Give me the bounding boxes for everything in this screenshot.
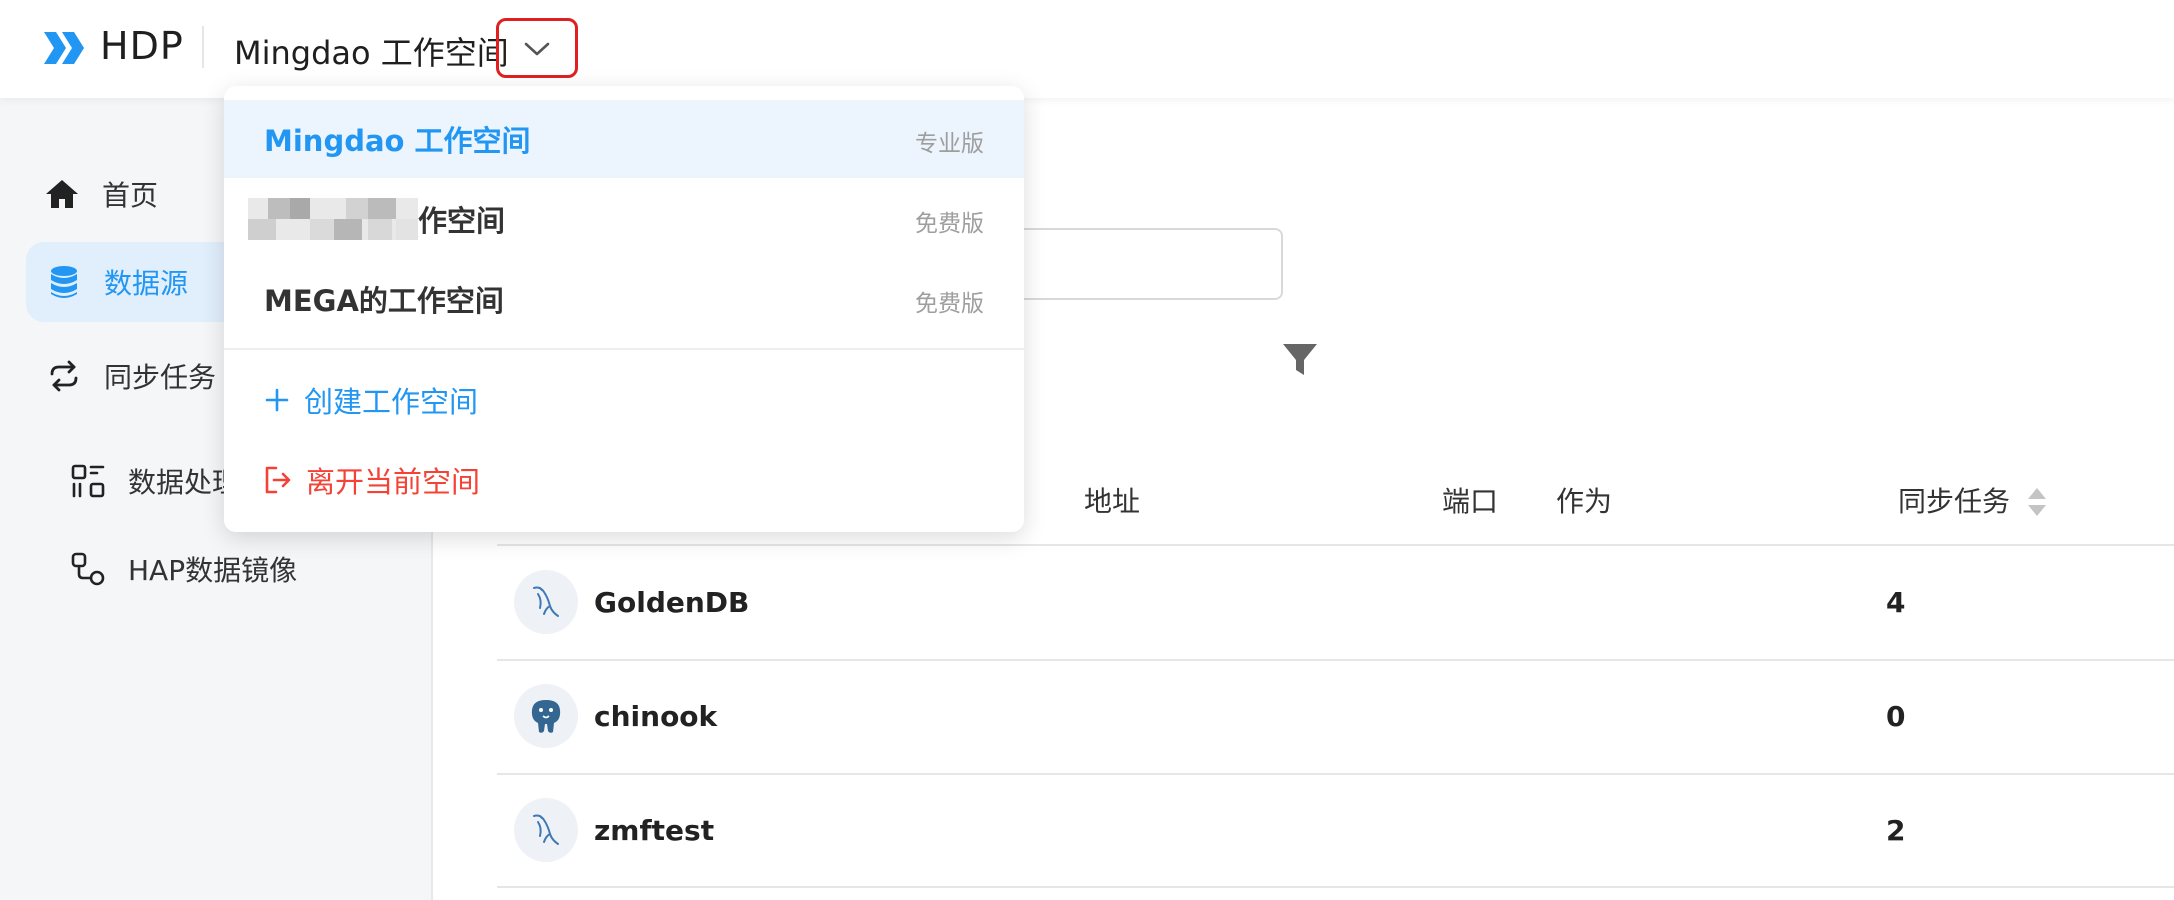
current-workspace-name[interactable]: Mingdao 工作空间 <box>234 28 509 74</box>
sidebar-item-label: 首页 <box>102 179 159 212</box>
sidebar-item-label: HAP数据镜像 <box>128 554 298 587</box>
sync-icon <box>46 358 82 394</box>
datasource-name[interactable]: chinook <box>594 700 717 733</box>
workspace-option-mingdao[interactable]: Mingdao 工作空间 专业版 <box>224 100 1024 178</box>
logout-icon <box>265 466 291 494</box>
menu-divider <box>224 348 1024 350</box>
sidebar-item-hap-mirror[interactable]: HAP数据镜像 <box>70 529 400 609</box>
workspace-option-name: MEGA的工作空间 <box>264 284 504 318</box>
table-header-divider <box>497 544 2174 546</box>
sidebar-item-label: 数据源 <box>104 267 189 300</box>
leave-workspace-label: 离开当前空间 <box>306 465 481 499</box>
row-divider <box>497 659 2174 661</box>
create-workspace-label: 创建工作空间 <box>304 385 479 419</box>
header-divider <box>202 26 204 68</box>
sidebar-item-label: 同步任务 <box>104 361 217 394</box>
blurred-name-mosaic <box>248 198 418 240</box>
create-workspace-button[interactable]: 创建工作空间 <box>264 370 478 430</box>
column-header-as: 作为 <box>1556 485 1613 518</box>
logo-chevrons-icon <box>44 32 84 64</box>
postgresql-icon <box>514 684 578 748</box>
workspace-option-name: Mingdao 工作空间 <box>264 124 531 158</box>
mysql-icon <box>514 570 578 634</box>
workspace-plan-badge: 免费版 <box>915 211 984 237</box>
row-divider <box>497 773 2174 775</box>
column-header-address: 地址 <box>1084 485 1141 518</box>
workspace-option-mega[interactable]: MEGA的工作空间 免费版 <box>224 260 1024 338</box>
logo-text: HDP <box>100 24 184 68</box>
plus-icon <box>265 388 289 412</box>
column-header-port[interactable]: 端口 <box>1442 480 1498 520</box>
leave-workspace-button[interactable]: 离开当前空间 <box>264 450 480 510</box>
workspace-dropdown-menu: Mingdao 工作空间 专业版 作空间 免费版 MEGA的工作空间 免费版 创… <box>224 86 1024 532</box>
data-process-icon <box>70 463 106 499</box>
row-divider <box>497 886 2174 888</box>
mirror-icon <box>70 551 106 587</box>
sort-icon[interactable] <box>2026 486 2048 518</box>
datasource-name[interactable]: zmftest <box>594 814 714 847</box>
top-header: HDP Mingdao 工作空间 <box>0 0 2174 98</box>
workspace-plan-badge: 专业版 <box>915 131 984 157</box>
sync-task-count: 4 <box>1886 586 1906 619</box>
database-icon <box>46 264 82 300</box>
sync-task-count: 2 <box>1886 814 1906 847</box>
workspace-dropdown-toggle[interactable] <box>496 18 578 78</box>
chevron-down-icon <box>524 42 550 56</box>
workspace-option-blurred[interactable]: 作空间 免费版 <box>224 180 1024 258</box>
workspace-option-name: 作空间 <box>418 204 506 238</box>
filter-icon[interactable] <box>1282 342 1318 378</box>
workspace-plan-badge: 免费版 <box>915 291 984 317</box>
datasource-name[interactable]: GoldenDB <box>594 586 749 619</box>
sync-task-count: 0 <box>1886 700 1906 733</box>
home-icon <box>44 176 80 212</box>
column-header-sync-tasks[interactable]: 同步任务 <box>1898 480 2010 520</box>
mysql-icon <box>514 798 578 862</box>
